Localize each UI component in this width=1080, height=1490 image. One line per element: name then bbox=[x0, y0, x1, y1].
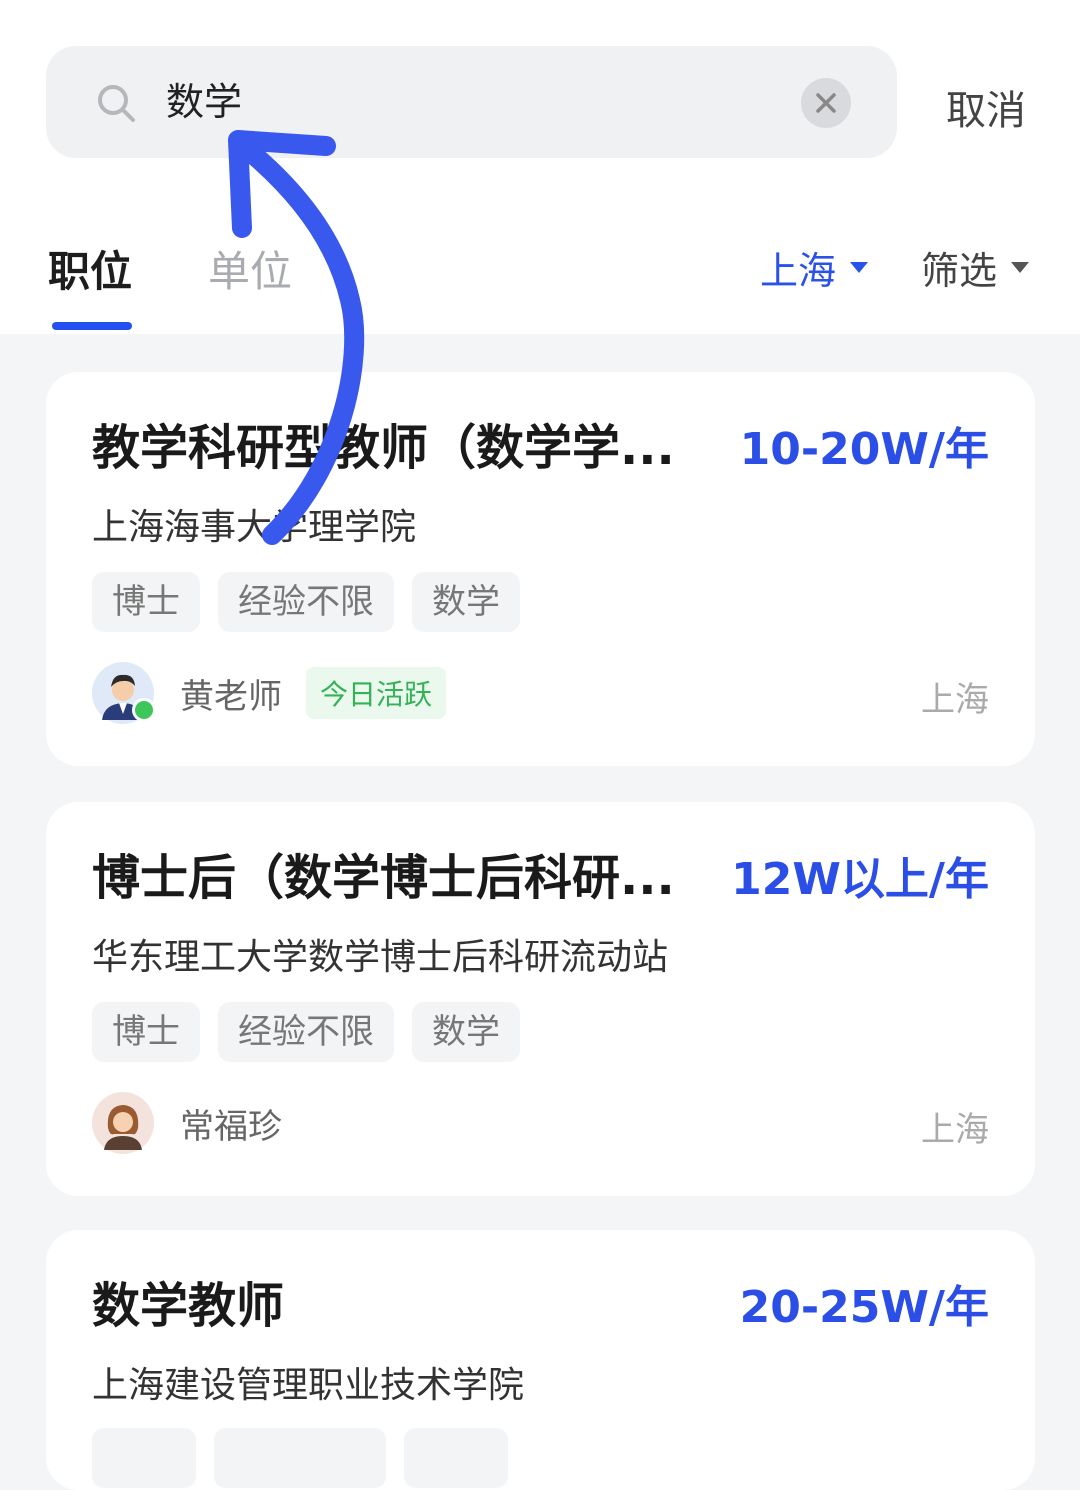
poster-info: 常福珍 bbox=[92, 1092, 282, 1154]
online-status-dot bbox=[132, 698, 156, 722]
job-card[interactable]: 博士后（数学博士后科研... 12W以上/年 华东理工大学数学博士后科研流动站 … bbox=[46, 802, 1035, 1196]
avatar bbox=[92, 662, 156, 724]
search-input[interactable]: 数学 bbox=[166, 74, 242, 130]
tag-placeholder bbox=[92, 1428, 196, 1488]
close-icon bbox=[816, 93, 836, 113]
job-city: 上海 bbox=[921, 680, 989, 720]
filter-dropdown[interactable]: 筛选 bbox=[921, 240, 1030, 295]
job-salary: 20-25W/年 bbox=[739, 1282, 989, 1333]
active-tab-indicator bbox=[52, 322, 132, 330]
poster-name: 常福珍 bbox=[180, 1106, 282, 1147]
tab-employers[interactable]: 单位 bbox=[208, 238, 292, 299]
avatar bbox=[92, 1092, 154, 1154]
avatar-woman-icon bbox=[92, 1092, 154, 1154]
search-icon bbox=[98, 85, 135, 122]
job-card[interactable]: 数学教师 20-25W/年 上海建设管理职业技术学院 bbox=[46, 1230, 1035, 1490]
tag-degree: 博士 bbox=[92, 1002, 200, 1062]
job-tags: 博士 经验不限 数学 bbox=[92, 1002, 520, 1062]
job-salary: 12W以上/年 bbox=[731, 854, 989, 905]
company-name: 上海建设管理职业技术学院 bbox=[92, 1365, 525, 1406]
job-title: 数学教师 bbox=[92, 1278, 285, 1334]
tag-degree: 博士 bbox=[92, 572, 200, 632]
tag-experience: 经验不限 bbox=[218, 572, 394, 632]
header-area: 数学 取消 职位 单位 上海 筛选 bbox=[0, 0, 1080, 334]
job-card[interactable]: 教学科研型教师（数学学... 10-20W/年 上海海事大学理学院 博士 经验不… bbox=[46, 372, 1035, 766]
company-name: 上海海事大学理学院 bbox=[92, 507, 417, 548]
poster-name: 黄老师 bbox=[180, 676, 282, 717]
chevron-down-icon bbox=[850, 262, 869, 273]
job-salary: 10-20W/年 bbox=[739, 424, 989, 475]
job-tags bbox=[92, 1428, 508, 1488]
search-bar[interactable]: 数学 bbox=[46, 46, 897, 158]
tab-positions[interactable]: 职位 bbox=[48, 238, 132, 299]
job-tags: 博士 经验不限 数学 bbox=[92, 572, 520, 632]
active-today-badge: 今日活跃 bbox=[306, 667, 447, 719]
job-title: 博士后（数学博士后科研... bbox=[92, 850, 675, 906]
chevron-down-icon bbox=[1011, 262, 1030, 273]
city-filter-label: 上海 bbox=[760, 249, 837, 293]
job-title: 教学科研型教师（数学学... bbox=[92, 420, 675, 476]
tag-placeholder bbox=[404, 1428, 508, 1488]
filter-label: 筛选 bbox=[921, 249, 998, 293]
tag-placeholder bbox=[214, 1428, 386, 1488]
company-name: 华东理工大学数学博士后科研流动站 bbox=[92, 937, 669, 978]
tag-subject: 数学 bbox=[412, 1002, 520, 1062]
poster-info: 黄老师 今日活跃 bbox=[92, 662, 447, 724]
tag-subject: 数学 bbox=[412, 572, 520, 632]
cancel-button[interactable]: 取消 bbox=[946, 78, 1026, 136]
job-city: 上海 bbox=[921, 1110, 989, 1150]
clear-search-button[interactable] bbox=[801, 78, 851, 128]
tag-experience: 经验不限 bbox=[218, 1002, 394, 1062]
city-filter-dropdown[interactable]: 上海 bbox=[760, 240, 869, 295]
